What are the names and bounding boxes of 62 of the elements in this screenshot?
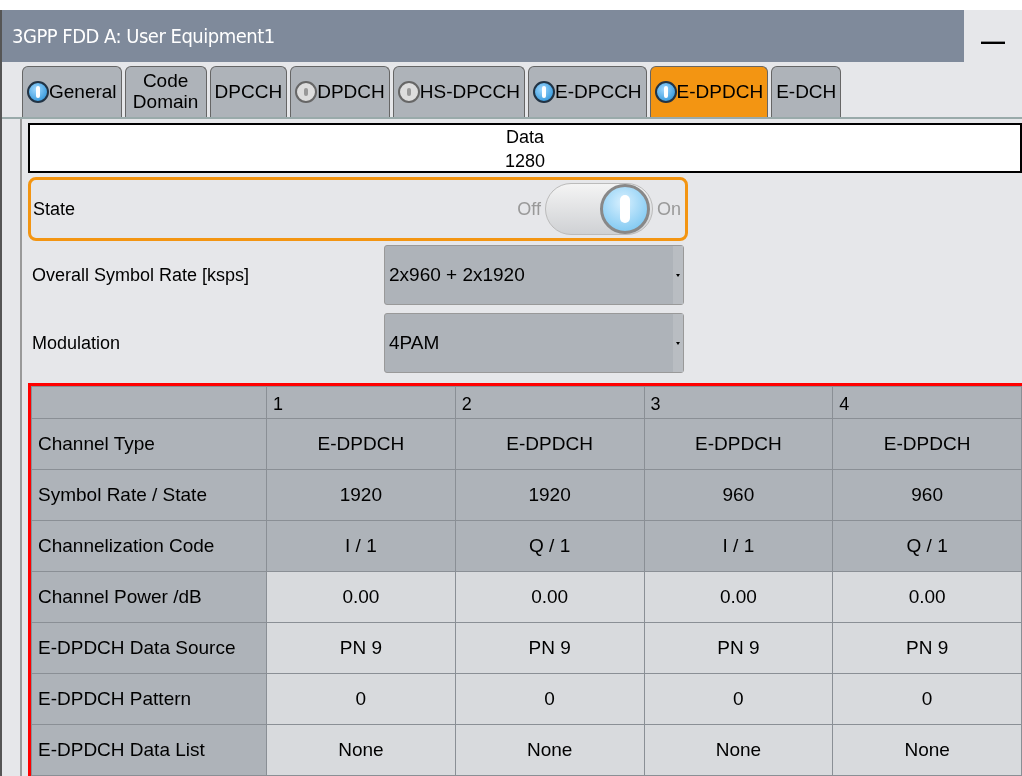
table-cell[interactable]: 0	[266, 673, 456, 725]
tab[interactable]: General	[22, 66, 122, 117]
table-cell: I / 1	[644, 520, 833, 572]
tab[interactable]: DPCCH	[209, 66, 288, 117]
table-cell[interactable]: 0	[832, 673, 1022, 725]
tab[interactable]: HS-DPCCH	[392, 66, 525, 117]
table-cell: Q / 1	[832, 520, 1022, 572]
minimize-button[interactable]: —	[964, 10, 1022, 62]
table-cell: 960	[832, 469, 1022, 521]
table-cell[interactable]: None	[832, 724, 1022, 776]
row-label: E-DPDCH Data Source	[31, 622, 267, 674]
tab[interactable]: Code Domain	[124, 66, 207, 117]
tab[interactable]: DPDCH	[290, 66, 390, 117]
table-cell: E-DPDCH	[455, 418, 644, 470]
row-label: Channel Power /dB	[31, 571, 267, 623]
table-cell: Q / 1	[455, 520, 644, 572]
column-header: 3	[644, 386, 833, 419]
state-label: State	[33, 197, 77, 221]
table-cell[interactable]: 0	[644, 673, 833, 725]
table-cell: E-DPDCH	[832, 418, 1022, 470]
caret-icon	[676, 273, 680, 277]
table-cell: E-DPDCH	[266, 418, 456, 470]
table-cell[interactable]: 0.00	[644, 571, 833, 623]
row-label: E-DPDCH Data List	[31, 724, 267, 776]
table-cell[interactable]: None	[266, 724, 456, 776]
state-toggle[interactable]	[545, 183, 653, 235]
table-cell: 1920	[455, 469, 644, 521]
row-label: Symbol Rate / State	[31, 469, 267, 521]
header-title: Data	[505, 126, 545, 149]
table-cell[interactable]: PN 9	[266, 622, 456, 674]
table-cell[interactable]: 0.00	[455, 571, 644, 623]
row-label: Channelization Code	[31, 520, 267, 572]
table-cell[interactable]: None	[644, 724, 833, 776]
caret-icon	[676, 341, 680, 345]
header-value: 1280	[503, 150, 546, 173]
table-cell[interactable]: 0.00	[832, 571, 1022, 623]
column-header: 1	[266, 386, 456, 419]
field-label: Overall Symbol Rate [ksps]	[32, 263, 251, 287]
column-header: 4	[832, 386, 1022, 419]
column-header: 2	[455, 386, 644, 419]
row-label: Channel Type	[31, 418, 267, 470]
table-cell[interactable]: PN 9	[455, 622, 644, 674]
table-cell[interactable]: PN 9	[832, 622, 1022, 674]
dropdown[interactable]: 4PAM	[384, 313, 684, 373]
table-cell[interactable]: 0	[455, 673, 644, 725]
table-cell: 960	[644, 469, 833, 521]
table-cell: E-DPDCH	[644, 418, 833, 470]
field-label: Modulation	[32, 331, 122, 355]
window-title: 3GPP FDD A: User Equipment1	[11, 23, 275, 50]
table-cell[interactable]: None	[455, 724, 644, 776]
row-label: E-DPDCH Pattern	[31, 673, 267, 725]
tab[interactable]: E-DPDCH	[649, 66, 769, 117]
tab[interactable]: E-DPCCH	[528, 66, 647, 117]
table-cell: 1920	[266, 469, 456, 521]
on-label: On	[656, 197, 682, 221]
table-cell[interactable]: 0.00	[266, 571, 456, 623]
dropdown[interactable]: 2x960 + 2x1920	[384, 245, 684, 305]
toggle-thumb-icon	[600, 184, 650, 234]
tab[interactable]: E-DCH	[771, 66, 842, 117]
table-cell[interactable]: PN 9	[644, 622, 833, 674]
table-cell: I / 1	[266, 520, 456, 572]
off-label: Off	[516, 197, 542, 221]
